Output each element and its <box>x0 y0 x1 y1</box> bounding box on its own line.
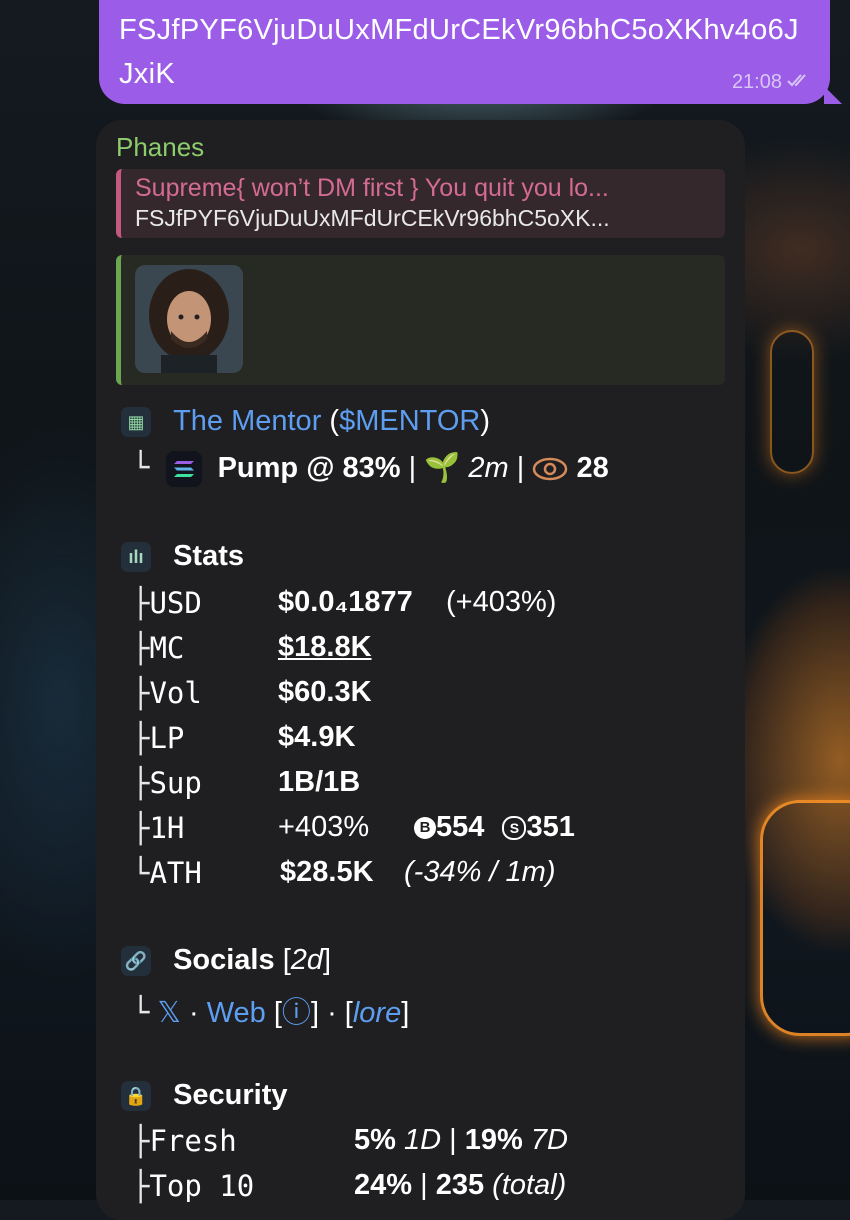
x-link[interactable]: 𝕏 <box>158 997 181 1029</box>
security-title: Security <box>173 1079 288 1111</box>
stats-title: Stats <box>173 540 244 572</box>
token-age: 2m <box>468 452 509 484</box>
token-name-link[interactable]: The Mentor <box>173 405 321 437</box>
stat-row-usd: ├USD $0.0₄1877 (+403%) <box>132 586 557 620</box>
web-link[interactable]: Web <box>207 997 266 1029</box>
security-row-fresh: ├Fresh 5% 1D | 19% 7D <box>132 1124 568 1158</box>
reply-quote[interactable]: Supreme{ won’t DM first } You quit you l… <box>116 169 725 238</box>
socials-age: 2d <box>290 944 324 976</box>
token-subline: └ Pump @ 83% | 🌱 2m | 28 <box>132 450 609 488</box>
token-header: ▦ The Mentor ($MENTOR) <box>121 405 490 438</box>
reply-text: FSJfPYF6VjuDuUxMFdUrCEkVr96bhC5oXK... <box>135 205 610 231</box>
outgoing-message-bubble[interactable]: FSJfPYF6VjuDuUxMFdUrCEkVr96bhC5oXKhv4o6J… <box>99 0 842 104</box>
socials-links: └ 𝕏 · Web [ⓘ] · [lore] <box>132 995 410 1029</box>
buys-count: 554 <box>436 811 485 843</box>
stat-row-supply: ├Sup 1B/1B <box>132 766 361 800</box>
pump-progress: Pump @ 83% <box>217 452 401 484</box>
sender-name[interactable]: Phanes <box>116 132 725 163</box>
qr-code-icon[interactable]: ▦ <box>121 407 151 438</box>
link-icon: 🔗 <box>121 946 151 977</box>
stat-row-vol: ├Vol $60.3K <box>132 676 372 710</box>
lock-icon: 🔒 <box>121 1081 151 1112</box>
security-header: 🔒 Security <box>121 1079 288 1112</box>
buys-icon: B <box>414 817 436 840</box>
token-ticker-link[interactable]: $MENTOR <box>339 405 480 437</box>
solana-icon <box>165 451 202 488</box>
socials-title: Socials <box>173 944 275 976</box>
stat-row-lp: ├LP $4.9K <box>132 721 356 755</box>
incoming-message-bubble[interactable]: Phanes Supreme{ won’t DM first } You qui… <box>96 120 745 1220</box>
outgoing-message-text: FSJfPYF6VjuDuUxMFdUrCEkVr96bhC5oXKhv4o6J… <box>119 14 799 90</box>
stat-row-1h: ├1H +403% B 554 S 351 <box>132 811 575 845</box>
market-cap-link[interactable]: $18.8K <box>278 631 372 664</box>
sells-icon: S <box>502 816 527 841</box>
socials-header: 🔗 Socials [2d] <box>121 944 331 977</box>
background-glow <box>760 800 850 1036</box>
bubble-tail <box>824 86 842 104</box>
reply-title: Supreme{ won’t DM first } You quit you l… <box>135 174 609 202</box>
security-row-top10: ├Top 10 24% | 235 (total) <box>132 1169 567 1203</box>
message-time: 21:08 <box>731 71 782 93</box>
double-check-icon <box>786 71 812 94</box>
view-count: 28 <box>576 452 609 484</box>
message-meta: 21:08 <box>732 71 812 94</box>
bar-chart-icon: ılı <box>121 542 151 573</box>
stats-header: ılı Stats <box>121 540 244 573</box>
stat-row-ath: └ATH $28.5K (-34% / 1m) <box>132 856 556 890</box>
eye-icon <box>532 452 576 484</box>
background-glow-2 <box>770 330 814 474</box>
sprout-icon: 🌱 <box>424 452 461 484</box>
lore-link[interactable]: lore <box>353 997 401 1029</box>
link-preview[interactable] <box>116 255 725 385</box>
token-avatar[interactable] <box>135 265 243 373</box>
stat-row-mc: ├MC $18.8K <box>132 631 372 665</box>
sells-count: 351 <box>526 811 575 843</box>
info-icon[interactable]: ⓘ <box>282 997 311 1029</box>
